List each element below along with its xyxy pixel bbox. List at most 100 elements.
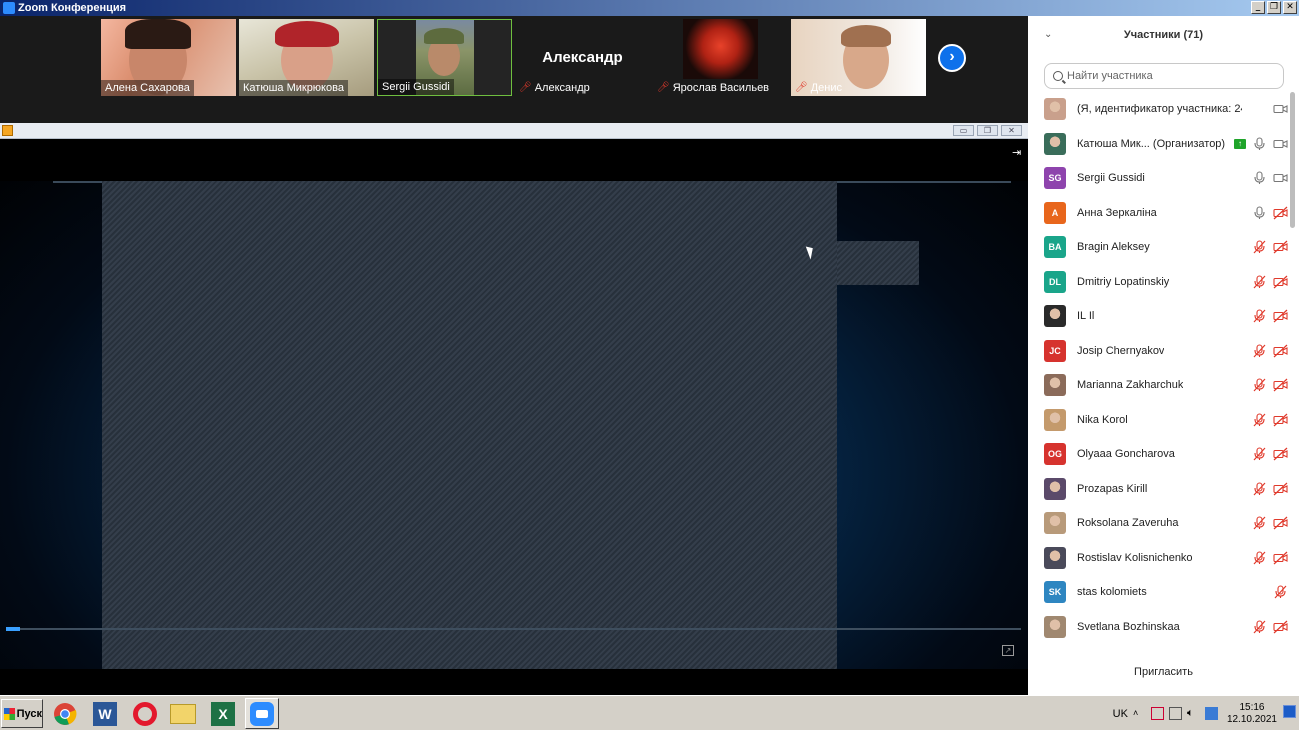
participant-row[interactable]: IL Il xyxy=(1028,299,1290,334)
search-input[interactable] xyxy=(1067,70,1267,82)
camera-off-icon[interactable] xyxy=(1273,447,1288,461)
chrome-icon[interactable] xyxy=(48,698,82,729)
opera-icon[interactable] xyxy=(128,698,162,729)
avatar: A xyxy=(1044,201,1066,224)
security-icon[interactable] xyxy=(1150,707,1164,720)
volume-icon[interactable]: 🔈︎ xyxy=(1187,707,1200,720)
shared-screen-area[interactable]: ⇥ ↗ xyxy=(0,139,1028,695)
mic-icon[interactable] xyxy=(1252,206,1267,220)
camera-off-icon[interactable] xyxy=(1273,620,1288,634)
system-tray: UK ˄ 🔈︎ 15:16 12.10.2021 xyxy=(1113,698,1277,729)
zoom-icon[interactable] xyxy=(245,698,279,729)
minimize-button[interactable]: _ xyxy=(1251,1,1265,14)
participant-name: Dmitriy Lopatinskiy xyxy=(1077,275,1170,288)
player-close-button[interactable]: ✕ xyxy=(1001,125,1022,136)
participant-row[interactable]: Svetlana Bozhinskaa xyxy=(1028,610,1290,645)
camera-off-icon[interactable] xyxy=(1273,551,1288,565)
expand-icon[interactable]: ↗ xyxy=(1002,645,1014,656)
participant-name: Bragin Aleksey xyxy=(1077,241,1150,254)
video-tile[interactable]: Катюша Микрюкова xyxy=(239,19,374,96)
chevron-up-icon[interactable]: ˄ xyxy=(1133,707,1146,720)
player-restore-button[interactable]: ❐ xyxy=(977,125,998,136)
mic-icon[interactable] xyxy=(1252,171,1267,185)
participant-row[interactable]: Marianna Zakharchuk xyxy=(1028,368,1290,403)
participant-row[interactable]: Катюша Мик... (Организатор) ↑ xyxy=(1028,127,1290,162)
mic-muted-icon[interactable] xyxy=(1252,516,1267,530)
participant-row[interactable]: SG Sergii Gussidi xyxy=(1028,161,1290,196)
mic-muted-icon[interactable] xyxy=(1252,240,1267,254)
restore-button[interactable]: ❐ xyxy=(1267,1,1281,14)
mic-muted-icon[interactable] xyxy=(1252,413,1267,427)
video-tile[interactable]: 🎤︎ Ярослав Васильев xyxy=(653,19,788,96)
participant-row[interactable]: SK stas kolomiets xyxy=(1028,575,1290,610)
camera-icon[interactable] xyxy=(1273,171,1288,185)
excel-icon[interactable]: X xyxy=(206,698,240,729)
camera-off-icon[interactable] xyxy=(1273,413,1288,427)
participant-row[interactable]: A Анна Зеркаліна xyxy=(1028,196,1290,231)
mic-muted-icon[interactable] xyxy=(1252,482,1267,496)
participant-row[interactable]: BA Bragin Aleksey xyxy=(1028,230,1290,265)
mic-muted-icon[interactable] xyxy=(1252,275,1267,289)
zoom-app-icon xyxy=(3,2,15,14)
participant-row[interactable]: Prozapas Kirill xyxy=(1028,472,1290,507)
scrollbar[interactable] xyxy=(1290,92,1295,648)
network-icon[interactable] xyxy=(1168,707,1182,720)
show-desktop-button[interactable] xyxy=(1283,705,1296,718)
search-icon xyxy=(1053,71,1063,81)
taskbar: Пуск W X UK ˄ 🔈︎ 15:16 12.10.2021 xyxy=(0,695,1299,730)
participant-row[interactable]: Rostislav Kolisnichenko xyxy=(1028,541,1290,576)
next-page-button[interactable]: › xyxy=(938,44,966,72)
mic-muted-icon: 🎤︎ xyxy=(657,82,670,93)
playback-progress[interactable] xyxy=(6,627,1021,631)
participant-name: IL Il xyxy=(1077,310,1095,323)
camera-off-icon[interactable] xyxy=(1273,344,1288,358)
participant-row[interactable]: Nika Korol xyxy=(1028,403,1290,438)
monitor-icon[interactable] xyxy=(1204,707,1218,720)
explorer-icon[interactable] xyxy=(166,698,200,729)
participant-row[interactable]: OG Olyaaa Goncharova xyxy=(1028,437,1290,472)
player-minimize-button[interactable]: ▭ xyxy=(953,125,974,136)
start-button[interactable]: Пуск xyxy=(1,699,43,728)
player-icon xyxy=(2,125,13,136)
participant-row[interactable]: (Я, идентификатор участника: 241940 xyxy=(1028,92,1290,127)
invite-button[interactable]: Пригласить xyxy=(1028,666,1299,678)
mic-muted-icon[interactable] xyxy=(1273,585,1288,599)
mic-muted-icon[interactable] xyxy=(1252,378,1267,392)
camera-icon[interactable] xyxy=(1273,137,1288,151)
mic-muted-icon[interactable] xyxy=(1252,620,1267,634)
camera-off-icon[interactable] xyxy=(1273,206,1288,220)
mic-muted-icon[interactable] xyxy=(1252,309,1267,323)
avatar: DL xyxy=(1044,270,1066,293)
search-box[interactable] xyxy=(1044,63,1284,89)
participant-row[interactable]: DL Dmitriy Lopatinskiy xyxy=(1028,265,1290,300)
close-button[interactable]: ✕ xyxy=(1283,1,1297,14)
avatar: OG xyxy=(1044,443,1066,466)
camera-off-icon[interactable] xyxy=(1273,240,1288,254)
word-icon[interactable]: W xyxy=(88,698,122,729)
camera-icon[interactable] xyxy=(1273,102,1288,116)
shared-content-tab xyxy=(837,241,919,285)
camera-off-icon[interactable] xyxy=(1273,516,1288,530)
mic-muted-icon[interactable] xyxy=(1252,551,1267,565)
participant-name: Marianna Zakharchuk xyxy=(1077,379,1184,392)
participant-name: Катюша Мик... (Организатор) xyxy=(1077,137,1226,150)
tile-name: Александр xyxy=(534,82,590,94)
mic-icon[interactable] xyxy=(1252,137,1267,151)
participant-name: (Я, идентификатор участника: 241940 xyxy=(1077,103,1242,116)
video-tile[interactable]: Алена Сахарова xyxy=(101,19,236,96)
mic-muted-icon[interactable] xyxy=(1252,344,1267,358)
participant-row[interactable]: Roksolana Zaveruha xyxy=(1028,506,1290,541)
clock[interactable]: 15:16 12.10.2021 xyxy=(1227,702,1277,726)
avatar: BA xyxy=(1044,236,1066,259)
mic-muted-icon[interactable] xyxy=(1252,447,1267,461)
pin-icon[interactable]: ⇥ xyxy=(1012,146,1021,159)
camera-off-icon[interactable] xyxy=(1273,275,1288,289)
camera-off-icon[interactable] xyxy=(1273,378,1288,392)
participant-row[interactable]: JC Josip Chernyakov xyxy=(1028,334,1290,369)
language-indicator[interactable]: UK xyxy=(1113,708,1128,720)
video-tile[interactable]: 🎤︎ Денис xyxy=(791,19,926,96)
camera-off-icon[interactable] xyxy=(1273,309,1288,323)
camera-off-icon[interactable] xyxy=(1273,482,1288,496)
video-tile-active[interactable]: Sergii Gussidi xyxy=(377,19,512,96)
video-tile[interactable]: Александр 🎤︎ Александр xyxy=(515,19,650,96)
